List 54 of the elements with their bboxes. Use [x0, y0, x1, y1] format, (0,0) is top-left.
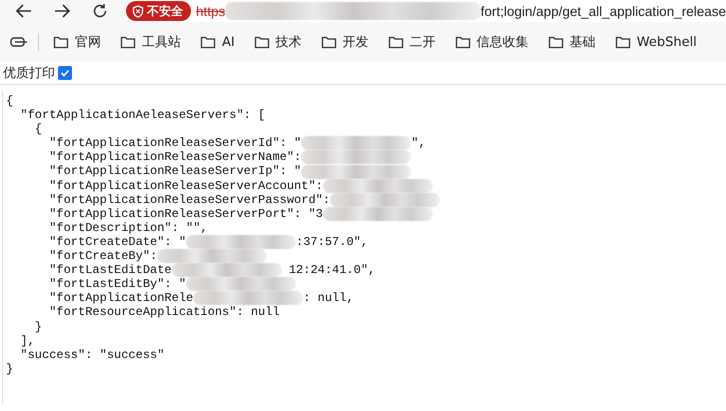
url-scheme: https: [196, 4, 226, 18]
bookmark-folder[interactable]: AI: [200, 34, 235, 50]
bookmark-folder[interactable]: 开发: [320, 33, 369, 51]
bookmark-folder[interactable]: 信息收集: [454, 33, 529, 51]
json-text: "fortApplicationReleaseServerName":: [48, 150, 302, 164]
folder-icon: [200, 35, 216, 49]
folder-icon: [388, 35, 404, 49]
folder-icon: [254, 35, 270, 49]
json-text: : null,: [303, 291, 354, 306]
address-bar[interactable]: 不安全 https fort;login/app/get_all_application_release: [126, 0, 726, 22]
json-text: "fortCreateBy":: [48, 249, 158, 264]
bookmark-folder[interactable]: 工具站: [120, 33, 181, 51]
forward-arrow-icon: [53, 3, 71, 19]
folder-icon: [614, 35, 631, 49]
json-text: "success": "success": [19, 348, 164, 362]
json-text: "fortDescription": "",: [48, 220, 208, 235]
checkbox[interactable]: [58, 66, 72, 80]
tab-group-icon[interactable]: [10, 36, 28, 48]
json-text: "fortResourceApplications": null: [48, 305, 280, 320]
json-text: "fortApplicationReleaseServerId": ": [48, 136, 302, 150]
bookmark-folder[interactable]: 二开: [388, 33, 436, 51]
bookmark-folder[interactable]: 官网: [53, 33, 101, 51]
json-text: ],: [19, 334, 35, 348]
json-text: }: [34, 320, 42, 334]
folder-icon: [454, 35, 471, 49]
json-text: "fortLastEditBy": ": [48, 277, 186, 292]
reload-icon: [92, 3, 108, 19]
folder-icon: [320, 35, 337, 49]
bookmark-folder[interactable]: 基础: [548, 33, 596, 51]
json-text: {: [34, 122, 42, 136]
url-path: fort;login/app/get_all_application_release: [480, 4, 726, 18]
folder-icon: [53, 35, 69, 49]
json-text: :37:57.0",: [296, 234, 368, 250]
bookmark-folder[interactable]: 技术: [254, 33, 302, 51]
folder-icon: [548, 35, 564, 49]
security-badge[interactable]: 不安全: [126, 1, 191, 21]
json-text: "fortCreateDate": ": [48, 234, 186, 250]
json-text: ",: [411, 136, 426, 150]
json-text: "fortLastEditDate: [48, 263, 172, 278]
check-icon: [60, 68, 70, 78]
json-text: "fortApplicationReleaseServerPassword":: [48, 192, 330, 207]
folder-icon: [120, 35, 136, 49]
shield-icon: [132, 4, 144, 18]
json-text: "fortApplicationReleaseServerAccount":: [48, 178, 323, 193]
json-text: "fortApplicationReleaseServerPort": "3: [48, 206, 323, 221]
bookmark-folder[interactable]: WebShell: [614, 34, 697, 50]
json-text: 12:24:41.0",: [288, 263, 376, 278]
json-text: "fortApplicationAeleaseServers": [: [19, 108, 266, 122]
print-option-label: 优质打印: [3, 65, 55, 82]
back-arrow-icon: [15, 3, 33, 19]
json-text: "fortApplicationReleaseServerIp": ": [48, 164, 302, 179]
json-text: "fortApplicationRele: [48, 291, 194, 306]
json-text: {: [6, 94, 14, 108]
json-text: }: [6, 362, 14, 376]
